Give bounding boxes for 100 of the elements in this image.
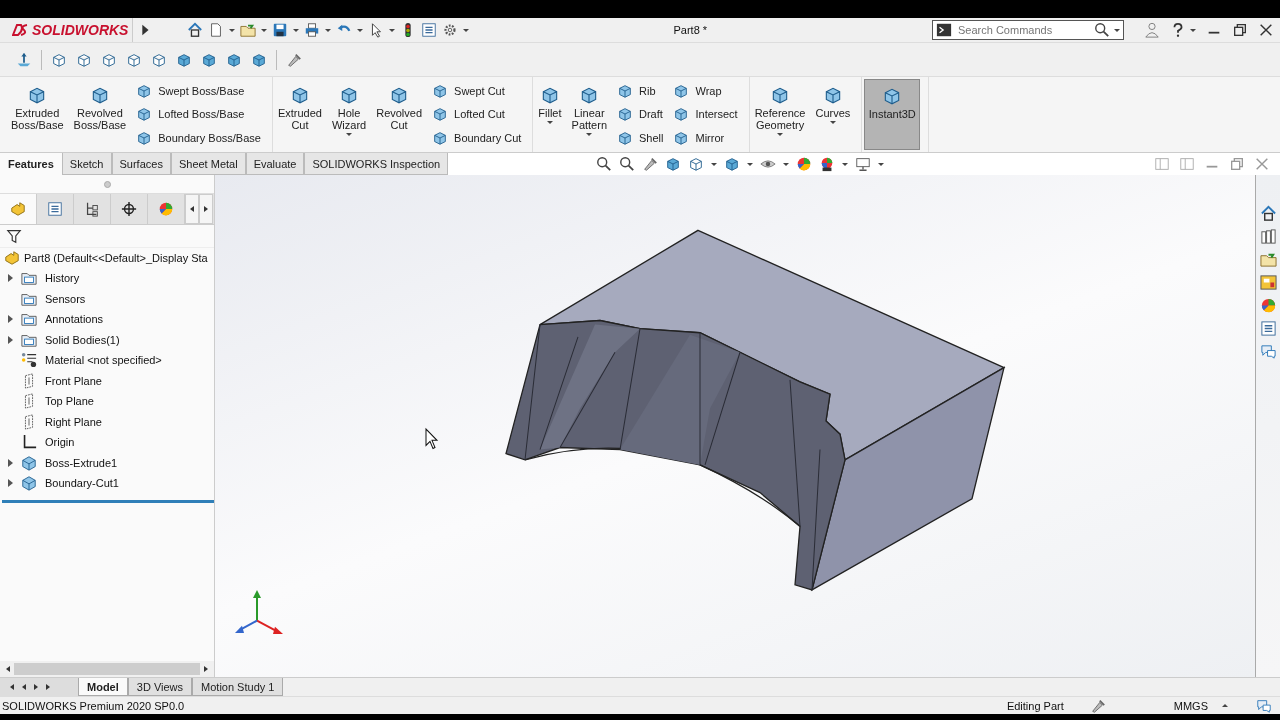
ribbon-button[interactable]: Mirror — [670, 129, 741, 148]
tab-navigation-buttons[interactable] — [0, 678, 78, 696]
tree-item[interactable]: History — [45, 272, 80, 285]
tree-item[interactable]: Front Plane — [45, 374, 102, 387]
cube-icon[interactable] — [176, 51, 192, 68]
user-icon[interactable] — [1144, 22, 1160, 38]
ribbon-button[interactable]: Draft — [614, 105, 667, 124]
list-icon[interactable] — [421, 22, 438, 38]
ribbon-button[interactable]: Reference Geometry — [751, 79, 809, 150]
tree-item[interactable]: Origin — [45, 436, 75, 449]
tree-item[interactable]: Material <not specified> — [45, 354, 162, 367]
wireframe-cube-icon[interactable] — [51, 51, 67, 68]
ribbon-button[interactable]: Hole Wizard — [328, 79, 370, 150]
ribbon-button[interactable]: Curves — [812, 79, 854, 150]
caret-icon[interactable] — [293, 28, 300, 32]
ribbon-button[interactable]: Intersect — [670, 105, 741, 124]
settings-icon[interactable] — [442, 22, 459, 38]
units-selector[interactable]: MMGS — [1173, 699, 1208, 712]
filter-icon[interactable] — [6, 228, 22, 244]
command-tab[interactable]: Sketch — [61, 153, 112, 175]
caret-icon[interactable] — [229, 28, 236, 32]
tree-item[interactable]: Part8 (Default<<Default>_Display Sta — [0, 248, 214, 268]
open-folder-icon[interactable] — [240, 22, 257, 38]
restore-icon[interactable] — [1232, 22, 1248, 38]
ribbon-button[interactable]: Swept Boss/Base — [133, 81, 264, 100]
command-tab[interactable]: Surfaces — [111, 153, 171, 175]
scroll-left-button[interactable] — [185, 194, 199, 224]
save-icon[interactable] — [272, 22, 289, 38]
home-icon[interactable] — [187, 22, 204, 38]
caret-icon[interactable] — [325, 28, 332, 32]
wireframe-cube-icon[interactable] — [101, 51, 117, 68]
ribbon-button[interactable]: Rib — [614, 81, 667, 100]
expand-arrow-icon[interactable] — [8, 335, 13, 344]
normal-to-icon[interactable] — [16, 51, 32, 68]
command-tab[interactable]: Sheet Metal — [170, 153, 246, 175]
caret-icon[interactable] — [463, 28, 470, 32]
caret-icon[interactable] — [261, 28, 268, 32]
caret-icon[interactable] — [357, 28, 364, 32]
expand-arrow-icon[interactable] — [8, 479, 13, 488]
tree-item[interactable]: Sensors — [45, 292, 86, 305]
ribbon-button[interactable]: Extruded Cut — [274, 79, 325, 150]
print-icon[interactable] — [304, 22, 321, 38]
zoom-icon[interactable] — [596, 156, 613, 172]
caret-icon[interactable] — [1114, 28, 1120, 32]
folder-icon[interactable] — [1259, 251, 1277, 268]
home-icon[interactable] — [1259, 205, 1277, 222]
scroll-right-button[interactable] — [199, 194, 213, 224]
pencil-icon[interactable] — [642, 156, 659, 172]
rollback-bar[interactable] — [2, 499, 214, 503]
search-field[interactable]: Search Commands — [956, 23, 1090, 37]
ribbon-button[interactable]: Instant3D — [864, 79, 921, 150]
ribbon-button[interactable]: Extruded Boss/Base — [8, 79, 67, 150]
cube-icon[interactable] — [251, 51, 267, 68]
ribbon-button[interactable]: Wrap — [670, 81, 741, 100]
command-tab[interactable]: Evaluate — [245, 153, 305, 175]
horizontal-scrollbar[interactable] — [0, 661, 214, 677]
color-ball-icon[interactable] — [1259, 297, 1277, 314]
caret-icon[interactable] — [878, 162, 885, 166]
search-box[interactable]: Search Commands — [932, 20, 1124, 40]
expand-arrow-icon[interactable] — [8, 458, 13, 467]
list-icon[interactable] — [1259, 320, 1277, 337]
caret-icon[interactable] — [389, 28, 396, 32]
ribbon-button[interactable]: Revolved Boss/Base — [70, 79, 130, 150]
ribbon-button[interactable]: Swept Cut — [429, 81, 525, 100]
model-tab[interactable]: Model — [78, 678, 128, 696]
ribbon-button[interactable]: Lofted Boss/Base — [133, 105, 264, 124]
expand-arrow-icon[interactable] — [8, 315, 13, 324]
wireframe-cube-icon[interactable] — [126, 51, 142, 68]
caret-icon[interactable] — [1190, 28, 1196, 32]
library-icon[interactable] — [1259, 228, 1277, 245]
wireframe-cube-icon[interactable] — [76, 51, 92, 68]
ribbon-button[interactable]: Lofted Cut — [429, 105, 525, 124]
ribbon-button[interactable]: Boundary Boss/Base — [133, 129, 264, 148]
tree-item[interactable]: Top Plane — [45, 395, 94, 408]
caret-icon[interactable] — [842, 162, 849, 166]
splitter-handle[interactable] — [103, 180, 111, 188]
close-icon[interactable] — [1258, 22, 1274, 38]
palette-icon[interactable] — [1259, 274, 1277, 291]
model-tab[interactable]: 3D Views — [127, 678, 193, 696]
ribbon-button[interactable]: Revolved Cut — [373, 79, 426, 150]
wireframe-cube-icon[interactable] — [151, 51, 167, 68]
ribbon-button[interactable]: Shell — [614, 129, 667, 148]
model-tab[interactable]: Motion Study 1 — [192, 678, 284, 696]
tree-item[interactable]: Boundary-Cut1 — [45, 477, 119, 490]
ribbon-button[interactable]: Boundary Cut — [429, 129, 525, 148]
tree-item[interactable]: Annotations — [45, 313, 104, 326]
command-tab[interactable]: Features — [0, 153, 62, 175]
caret-icon[interactable] — [1222, 704, 1228, 707]
display-icon[interactable] — [855, 156, 872, 172]
chat-icon[interactable] — [1259, 343, 1277, 360]
cube-icon[interactable] — [201, 51, 217, 68]
ribbon-button[interactable]: Linear Pattern — [568, 79, 610, 150]
ribbon-button[interactable]: Fillet — [535, 79, 565, 150]
expand-arrow-icon[interactable] — [8, 274, 13, 283]
caret-icon[interactable] — [711, 162, 718, 166]
cube-icon[interactable] — [226, 51, 242, 68]
tree-item[interactable]: Solid Bodies(1) — [45, 333, 120, 346]
caret-icon[interactable] — [747, 162, 754, 166]
command-tab[interactable]: SOLIDWORKS Inspection — [304, 153, 449, 175]
tree-item[interactable]: Right Plane — [45, 415, 102, 428]
